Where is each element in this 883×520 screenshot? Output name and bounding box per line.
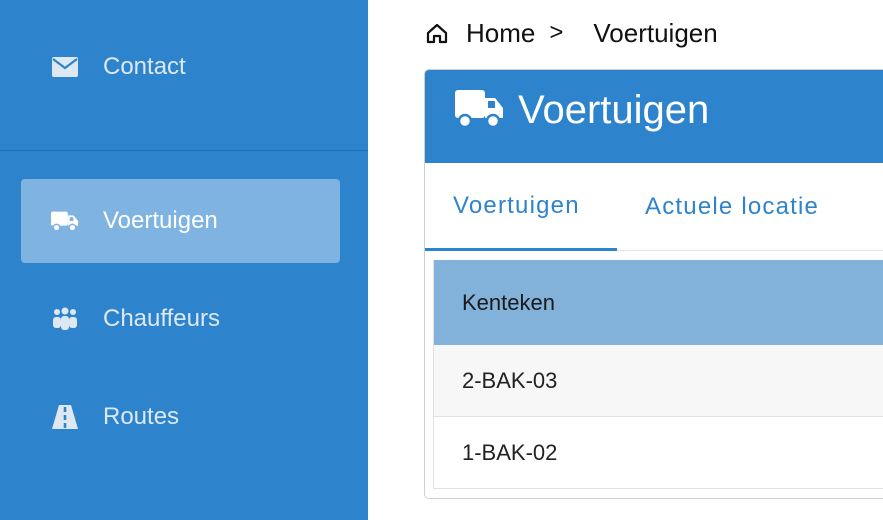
table-body: 2-BAK-03 1-BAK-02 [434, 345, 883, 489]
sidebar-item-contact[interactable]: Contact [21, 25, 340, 109]
tab-actuele-locatie[interactable]: Actuele locatie [645, 163, 819, 251]
sidebar: Contact Voertuigen Chauffeurs Routes [0, 0, 368, 520]
table-row[interactable]: 2-BAK-03 [434, 345, 883, 417]
sidebar-item-label: Voertuigen [103, 207, 218, 234]
breadcrumb-home-link[interactable]: Home [466, 18, 535, 49]
sidebar-item-chauffeurs[interactable]: Chauffeurs [21, 277, 340, 361]
panel-header: Voertuigen [425, 70, 883, 163]
users-icon [51, 307, 79, 331]
column-header-kenteken[interactable]: Kenteken [434, 260, 883, 345]
vehicles-table: Kenteken 2-BAK-03 1-BAK-02 [433, 260, 883, 489]
home-icon[interactable] [426, 22, 448, 44]
sidebar-item-routes[interactable]: Routes [21, 375, 340, 459]
envelope-icon [51, 55, 79, 79]
road-icon [51, 405, 79, 429]
tab-bar: Voertuigen Actuele locatie [425, 163, 883, 251]
sidebar-divider [0, 150, 368, 151]
breadcrumb: Home > Voertuigen [426, 14, 718, 52]
sidebar-item-voertuigen[interactable]: Voertuigen [21, 179, 340, 263]
table-row[interactable]: 1-BAK-02 [434, 417, 883, 489]
panel-title: Voertuigen [518, 88, 710, 132]
tab-voertuigen[interactable]: Voertuigen [425, 163, 617, 251]
truck-icon [51, 209, 79, 233]
truck-icon [455, 88, 505, 130]
vehicles-panel: Voertuigen Voertuigen Actuele locatie Ke… [424, 69, 883, 499]
sidebar-item-label: Contact [103, 53, 186, 80]
breadcrumb-current: Voertuigen [593, 17, 718, 48]
breadcrumb-separator: > [549, 19, 564, 46]
sidebar-item-label: Chauffeurs [103, 305, 220, 332]
sidebar-item-label: Routes [103, 403, 180, 430]
